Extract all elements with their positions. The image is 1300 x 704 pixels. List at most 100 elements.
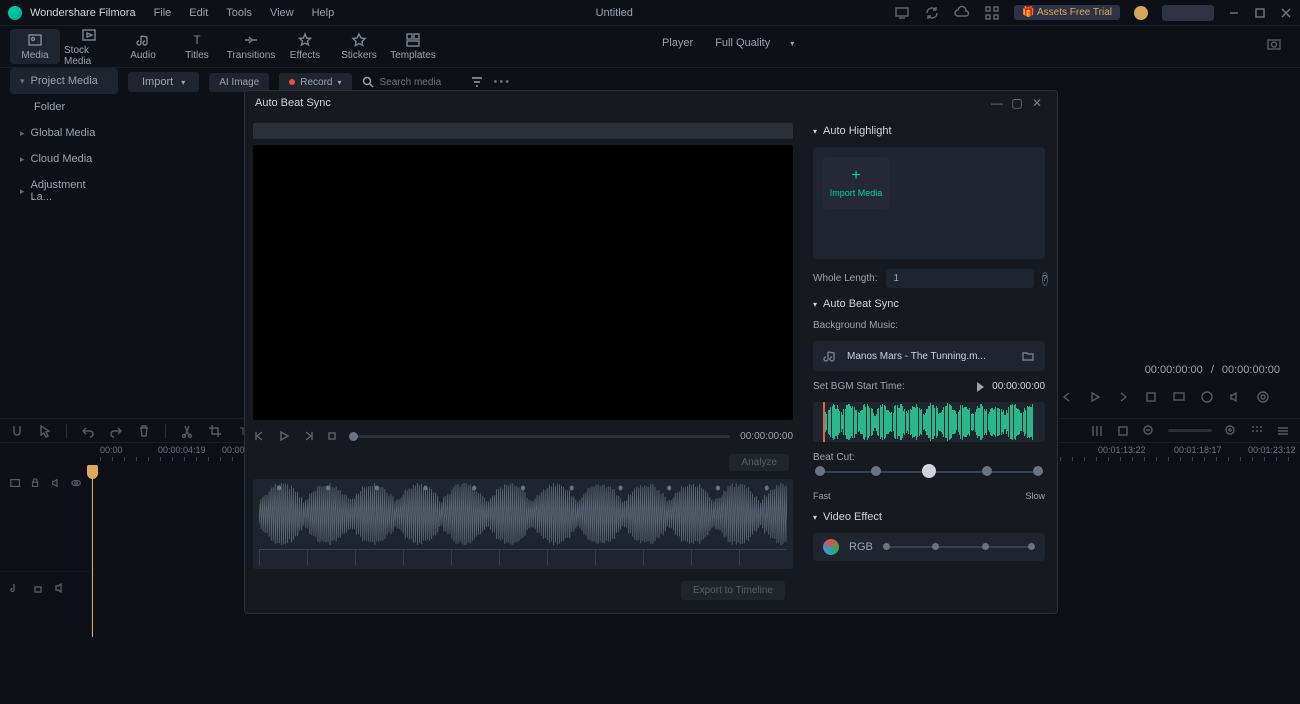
sidebar-cloud-media[interactable]: ▸Cloud Media <box>10 146 118 172</box>
beat-cut-label: Beat Cut: <box>813 452 855 463</box>
track-lock-icon[interactable] <box>30 477 40 489</box>
track-mute-icon[interactable] <box>51 477 61 489</box>
browse-folder-icon[interactable] <box>1021 349 1035 363</box>
quality-select[interactable]: Full Quality▾ <box>705 34 804 52</box>
music-filename: Manos Mars - The Tunning.m... <box>847 351 1011 362</box>
tl-magnet-icon[interactable] <box>10 424 24 438</box>
search-media <box>362 76 460 88</box>
preview-play-icon[interactable] <box>277 429 291 443</box>
tl-split-icon[interactable] <box>180 424 194 438</box>
section-video-effect[interactable]: ▾Video Effect <box>813 511 1045 523</box>
player-settings-icon[interactable] <box>1256 390 1270 404</box>
preview-next-icon[interactable] <box>301 429 315 443</box>
playhead[interactable] <box>92 467 93 637</box>
player-stop-icon[interactable] <box>1144 390 1158 404</box>
maximize-icon[interactable] <box>1254 7 1266 19</box>
search-input[interactable] <box>380 77 460 88</box>
bg-music-label: Background Music: <box>813 320 898 331</box>
sidebar-global-media[interactable]: ▸Global Media <box>10 120 118 146</box>
track-video-icon[interactable] <box>10 477 20 489</box>
sidebar-folder[interactable]: Folder <box>10 94 118 120</box>
tl-delete-icon[interactable] <box>137 424 151 438</box>
tab-stock[interactable]: Stock Media <box>64 24 114 70</box>
menu-view[interactable]: View <box>270 7 294 19</box>
player-prev-icon[interactable] <box>1060 390 1074 404</box>
menu-help[interactable]: Help <box>312 7 335 19</box>
dialog-minimize-icon[interactable]: — <box>987 96 1007 110</box>
sync-icon[interactable] <box>924 5 940 21</box>
help-icon[interactable]: ? <box>1042 272 1048 286</box>
tl-crop-icon[interactable] <box>208 424 222 438</box>
sidebar-project-media[interactable]: ▾Project Media <box>10 68 118 94</box>
titlebar: Wondershare Filmora File Edit Tools View… <box>0 0 1300 26</box>
menu-edit[interactable]: Edit <box>189 7 208 19</box>
tl-zoom-in-icon[interactable] <box>1224 424 1238 438</box>
player-display-icon[interactable] <box>1172 390 1186 404</box>
export-timeline-button[interactable]: Export to Timeline <box>681 581 785 600</box>
section-auto-highlight[interactable]: ▾Auto Highlight <box>813 125 1045 137</box>
buy-button[interactable] <box>1162 5 1214 21</box>
tab-media[interactable]: Media <box>10 29 60 64</box>
player-volume-icon[interactable] <box>1228 390 1242 404</box>
bgm-start-row: Set BGM Start Time: 00:00:00:00 <box>813 381 1045 392</box>
sidebar-adjustment[interactable]: ▸Adjustment La... <box>10 172 118 210</box>
tl-zoom-slider[interactable] <box>1168 429 1212 432</box>
rgb-icon <box>823 539 839 555</box>
menu-file[interactable]: File <box>154 7 172 19</box>
snapshot-icon[interactable] <box>1266 36 1282 52</box>
close-icon[interactable] <box>1280 7 1292 19</box>
tab-audio[interactable]: Audio <box>118 29 168 64</box>
player-controls <box>1060 390 1270 404</box>
minimize-icon[interactable] <box>1228 7 1240 19</box>
more-icon[interactable]: ••• <box>494 76 512 88</box>
apps-icon[interactable] <box>984 5 1000 21</box>
app-logo <box>8 6 22 20</box>
tl-mixer-icon[interactable] <box>1090 424 1104 438</box>
analyze-button[interactable]: Analyze <box>729 454 789 471</box>
section-beat-sync[interactable]: ▾Auto Beat Sync <box>813 298 1045 310</box>
rgb-slider[interactable] <box>883 546 1035 548</box>
tab-stickers[interactable]: Stickers <box>334 29 384 64</box>
track-eye-icon[interactable] <box>71 477 81 489</box>
dialog-maximize-icon[interactable]: ▢ <box>1007 96 1027 110</box>
tl-pointer-icon[interactable] <box>38 424 52 438</box>
preview-prev-icon[interactable] <box>253 429 267 443</box>
cloud-icon[interactable] <box>954 5 970 21</box>
menu-tools[interactable]: Tools <box>226 7 252 19</box>
record-button[interactable]: Record▾ <box>279 73 351 92</box>
rgb-effect-row: RGB <box>813 533 1045 561</box>
beat-cut-slider[interactable] <box>813 463 1045 489</box>
tl-grid-icon[interactable] <box>1250 424 1264 438</box>
preview-scrubber[interactable] <box>349 435 730 438</box>
tl-marker-icon[interactable] <box>1116 424 1130 438</box>
bgm-play-icon[interactable] <box>977 382 984 392</box>
clock-icon[interactable] <box>1134 6 1148 20</box>
player-play-icon[interactable] <box>1088 390 1102 404</box>
preview-stop-icon[interactable] <box>325 429 339 443</box>
tl-zoom-out-icon[interactable] <box>1142 424 1156 438</box>
track-audio-icon[interactable] <box>10 582 22 594</box>
tl-undo-icon[interactable] <box>81 424 95 438</box>
tl-redo-icon[interactable] <box>109 424 123 438</box>
tab-transitions[interactable]: Transitions <box>226 29 276 64</box>
track-lock2-icon[interactable] <box>32 582 44 594</box>
player-next-icon[interactable] <box>1116 390 1130 404</box>
preview-timecode: 00:00:00:00 <box>740 431 793 442</box>
bgm-waveform[interactable] <box>813 402 1045 442</box>
waveform-graphic[interactable] <box>259 483 787 545</box>
tab-titles[interactable]: TTitles <box>172 29 222 64</box>
filter-icon[interactable] <box>470 75 484 89</box>
import-media-tile[interactable]: + Import Media <box>823 157 889 209</box>
whole-length-field: Whole Length: ? <box>813 269 1045 288</box>
track-mute2-icon[interactable] <box>54 582 66 594</box>
tl-settings-icon[interactable] <box>1276 424 1290 438</box>
player-mark-icon[interactable] <box>1200 390 1214 404</box>
screen-icon[interactable] <box>894 5 910 21</box>
whole-length-input[interactable] <box>886 269 1034 288</box>
dialog-close-icon[interactable]: ✕ <box>1027 96 1047 110</box>
import-button[interactable]: Import▾ <box>128 72 199 92</box>
trial-badge[interactable]: 🎁 Assets Free Trial <box>1014 5 1120 20</box>
ai-image-button[interactable]: AI Image <box>209 73 269 92</box>
tab-effects[interactable]: Effects <box>280 29 330 64</box>
tab-templates[interactable]: Templates <box>388 29 438 64</box>
